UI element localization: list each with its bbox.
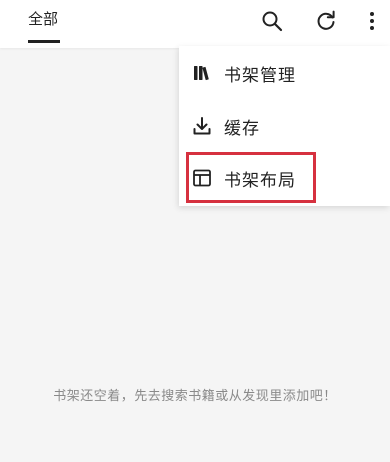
refresh-button[interactable] — [311, 6, 341, 36]
refresh-icon — [317, 10, 335, 30]
tab-indicator — [28, 40, 60, 43]
top-app-bar: 全部 — [0, 0, 390, 48]
menu-item-label: 缓存 — [224, 118, 260, 139]
search-icon — [262, 11, 283, 32]
menu-item-cache[interactable]: 缓存 — [179, 101, 390, 151]
more-button[interactable] — [357, 6, 387, 36]
books-icon — [192, 63, 212, 83]
menu-item-label: 书架管理 — [224, 65, 296, 86]
menu-item-label: 书架布局 — [224, 170, 296, 191]
menu-item-bookshelf-layout[interactable]: 书架布局 — [179, 153, 390, 203]
empty-shelf-message: 书架还空着，先去搜索书籍或从发现里添加吧！ — [53, 389, 337, 404]
menu-item-bookshelf-manage[interactable]: 书架管理 — [179, 48, 390, 98]
overflow-menu: 书架管理 缓存 书架布局 — [179, 46, 390, 206]
tab-all[interactable]: 全部 — [28, 9, 58, 29]
search-button[interactable] — [257, 6, 287, 36]
download-icon — [192, 116, 212, 136]
layout-icon — [192, 168, 212, 188]
more-vert-icon — [370, 12, 374, 30]
